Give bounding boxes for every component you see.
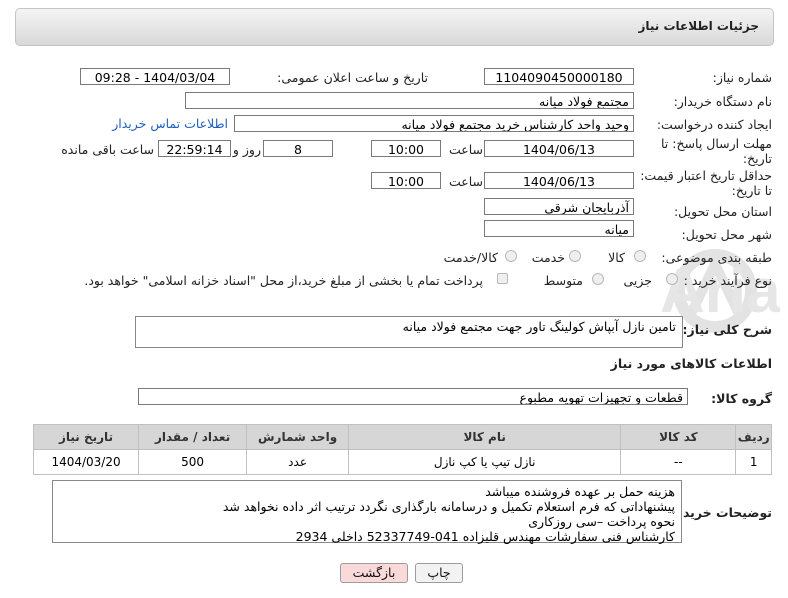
cell-qty: 500: [138, 449, 248, 475]
announce-datetime-label: تاریخ و ساعت اعلان عمومی:: [277, 70, 428, 85]
reply-time-field: 10:00: [371, 140, 441, 157]
col-unit: واحد شمارش: [246, 424, 350, 450]
buyer-note-line: هزینه حمل بر عهده فروشنده میباشد: [485, 484, 675, 499]
back-button[interactable]: بازگشت: [340, 563, 408, 583]
process-option-medium: متوسط: [543, 273, 583, 288]
goods-table: ردیف کد کالا نام کالا واحد شمارش تعداد /…: [32, 424, 772, 475]
treasury-payment-checkbox[interactable]: [497, 273, 508, 284]
category-option-service: خدمت: [531, 250, 565, 265]
remaining-time-field: 22:59:14: [158, 140, 231, 157]
goods-group-field: قطعات و تجهیزات تهویه مطبوع: [138, 388, 688, 405]
province-label: استان محل تحویل:: [673, 204, 772, 219]
cell-code: --: [620, 449, 737, 475]
price-validity-time-label: ساعت: [448, 174, 483, 189]
col-code: کد کالا: [620, 424, 737, 450]
treasury-payment-note: پرداخت تمام یا بخشی از مبلغ خرید،از محل …: [84, 273, 483, 288]
category-radio-goods-service[interactable]: [505, 250, 517, 262]
buyer-notes-label: توضیحات خریدار:: [666, 505, 772, 520]
print-button[interactable]: چاپ: [415, 563, 463, 583]
col-name: نام کالا: [348, 424, 622, 450]
category-option-goods-service: کالا/خدمت: [443, 250, 498, 265]
cell-name: نازل تیپ یا کپ نازل: [348, 449, 622, 475]
announce-datetime-field: 1404/03/04 - 09:28: [80, 68, 230, 85]
goods-table-header: ردیف کد کالا نام کالا واحد شمارش تعداد /…: [32, 424, 772, 450]
need-number-field: 1104090450000180: [484, 68, 634, 85]
price-validity-label: حداقل تاریخ اعتبار قیمت:: [640, 168, 772, 183]
reply-deadline-date-field: 1404/06/13: [484, 140, 634, 157]
category-radio-goods[interactable]: [634, 250, 646, 262]
price-validity-time-field: 10:00: [371, 172, 441, 189]
goods-group-label: گروه کالا:: [711, 391, 772, 406]
remaining-time-label: ساعت باقی مانده: [61, 142, 154, 157]
header-panel: جزئیات اطلاعات نیاز: [15, 8, 774, 46]
buyer-contact-link[interactable]: اطلاعات تماس خریدار: [112, 116, 228, 131]
reply-time-label: ساعت: [448, 142, 483, 157]
process-radio-minor[interactable]: [666, 273, 678, 285]
requester-label: ایجاد کننده درخواست:: [656, 117, 772, 132]
cell-need-date: 1404/03/20: [32, 449, 140, 475]
province-field: آذربایجان شرقی: [484, 198, 634, 215]
goods-section-title: اطلاعات کالاهای مورد نیاز: [610, 356, 772, 371]
buyer-notes-field: هزینه حمل بر عهده فروشنده میباشد پیشنهاد…: [52, 480, 682, 544]
col-need-date: تاریخ نیاز: [32, 424, 140, 450]
category-label: طبقه بندی موضوعی:: [661, 250, 772, 265]
table-row: 1 -- نازل تیپ یا کپ نازل عدد 500 1404/03…: [32, 449, 772, 475]
reply-deadline-label-date: تاریخ:: [742, 151, 772, 166]
buyer-org-field: مجتمع فولاد میانه: [185, 92, 634, 109]
col-qty: تعداد / مقدار: [138, 424, 248, 450]
buyer-note-line: کارشناس فنی سفارشات مهندس قلیزاده 041-52…: [295, 529, 675, 544]
days-label: روز و: [232, 142, 261, 157]
col-row: ردیف: [735, 424, 772, 450]
process-option-minor: جزیی: [623, 273, 652, 288]
need-description-field: تامین نازل آبپاش کولینگ تاور جهت مجتمع ف…: [135, 316, 683, 348]
buyer-note-line: پیشنهاداتی که فرم استعلام تکمیل و درساما…: [222, 499, 675, 514]
reply-deadline-label: مهلت ارسال پاسخ: تا: [661, 136, 772, 151]
buyer-note-line: نحوه پرداخت –سی روزکاری: [528, 514, 675, 529]
need-number-label: شماره نیاز:: [712, 70, 772, 85]
city-field: میانه: [484, 220, 634, 237]
buyer-org-label: نام دستگاه خریدار:: [673, 94, 772, 109]
requester-field: وحید واحد کارشناس خرید مجتمع فولاد میانه: [234, 115, 634, 132]
need-description-label: شرح کلی نیاز:: [682, 322, 772, 337]
city-label: شهر محل تحویل:: [681, 227, 772, 242]
category-radio-service[interactable]: [569, 250, 581, 262]
cell-unit: عدد: [246, 449, 350, 475]
process-type-label: نوع فرآیند خرید :: [683, 273, 772, 288]
process-radio-medium[interactable]: [592, 273, 604, 285]
page-title: جزئیات اطلاعات نیاز: [638, 19, 759, 33]
category-option-goods: کالا: [608, 250, 625, 265]
price-validity-label-date: تا تاریخ:: [731, 183, 772, 198]
cell-row: 1: [735, 449, 772, 475]
price-validity-date-field: 1404/06/13: [484, 172, 634, 189]
remaining-days-field: 8: [263, 140, 333, 157]
